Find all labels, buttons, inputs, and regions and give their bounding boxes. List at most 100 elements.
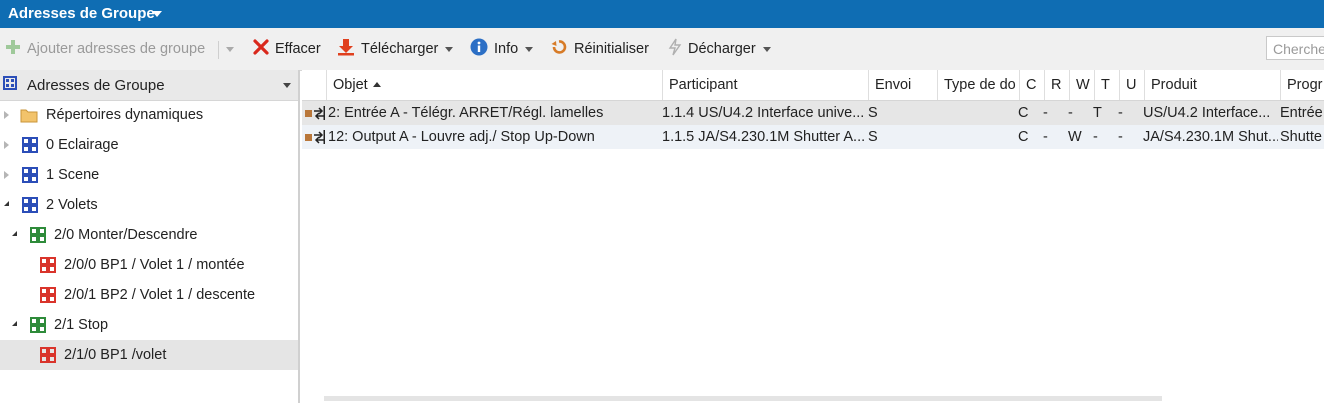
table-row[interactable]: 2: Entrée A - Télégr. ARRET/Régl. lamell… — [302, 101, 1324, 125]
toolbar: Ajouter adresses de groupe Effacer Téléc… — [0, 28, 1324, 71]
table-row[interactable]: 12: Output A - Louvre adj./ Stop Up-Down… — [302, 125, 1324, 149]
cell-objet: 2: Entrée A - Télégr. ARRET/Régl. lamell… — [328, 105, 604, 121]
tree-item-label: 1 Scene — [46, 167, 100, 183]
unload-button[interactable]: Décharger — [668, 38, 771, 59]
cell-envoi: S — [868, 129, 878, 145]
collapse-toggle-icon[interactable] — [12, 321, 17, 326]
sort-ascending-icon — [372, 82, 381, 87]
column-header-t[interactable]: T — [1094, 70, 1119, 100]
column-label: Objet — [333, 77, 368, 93]
tree-item-main-group[interactable]: 1 Scene — [0, 160, 298, 190]
column-header-programme[interactable]: Progr — [1280, 70, 1324, 100]
column-header-u[interactable]: U — [1119, 70, 1144, 100]
cell-w: W — [1068, 129, 1082, 145]
expand-toggle-icon[interactable] — [4, 111, 9, 119]
cell-envoi: S — [868, 105, 878, 121]
info-label: Info — [494, 41, 519, 57]
group-address-icon — [40, 347, 56, 363]
chevron-down-icon[interactable] — [283, 83, 291, 88]
cell-produit: US/U4.2 Interface... — [1143, 105, 1271, 121]
main-group-icon — [22, 137, 38, 153]
cell-r: - — [1043, 129, 1048, 145]
cell-produit: JA/S4.230.1M Shut... — [1143, 129, 1278, 145]
chevron-down-icon[interactable] — [445, 46, 454, 52]
tree-item-group-address-selected[interactable]: 2/1/0 BP1 /volet — [0, 340, 298, 370]
folder-icon — [20, 107, 38, 123]
column-label: U — [1126, 77, 1137, 93]
download-button[interactable]: Télécharger — [337, 38, 454, 60]
tree-item-main-group[interactable]: 0 Eclairage — [0, 130, 298, 160]
tree-header-label: Adresses de Groupe — [27, 77, 165, 94]
cell-programme: Shutte — [1280, 129, 1322, 145]
group-addresses-icon — [3, 76, 17, 90]
info-button[interactable]: Info — [470, 38, 534, 60]
cell-programme: Entrée — [1280, 105, 1323, 121]
reset-icon — [550, 38, 568, 60]
collapse-toggle-icon[interactable] — [12, 231, 17, 236]
tree-item-label: Répertoires dynamiques — [46, 107, 204, 123]
delete-button[interactable]: Effacer — [253, 39, 321, 59]
download-arrow-icon — [337, 38, 355, 60]
column-header-c[interactable]: C — [1019, 70, 1044, 100]
tree-item-label: 2/0/1 BP2 / Volet 1 / descente — [64, 287, 256, 303]
expand-toggle-icon[interactable] — [4, 141, 9, 149]
column-label: R — [1051, 77, 1062, 93]
column-header-participant[interactable]: Participant — [662, 70, 868, 100]
column-header-w[interactable]: W — [1069, 70, 1094, 100]
cell-r: - — [1043, 105, 1048, 121]
column-label: Type de do — [944, 77, 1016, 93]
cell-participant: 1.1.5 JA/S4.230.1M Shutter A... — [662, 129, 866, 145]
title-bar[interactable]: Adresses de Groupe — [0, 0, 1324, 28]
reset-button[interactable]: Réinitialiser — [550, 39, 649, 59]
plus-icon — [5, 39, 21, 59]
info-icon — [470, 38, 488, 60]
panel-title: Adresses de Groupe — [8, 5, 155, 22]
cell-c: C — [1018, 129, 1029, 145]
cell-type — [937, 101, 1017, 125]
group-address-icon — [40, 257, 56, 273]
tree-item-middle-group[interactable]: 2/0 Monter/Descendre — [0, 220, 298, 250]
chevron-down-icon[interactable] — [762, 46, 771, 52]
tree-item-group-address[interactable]: 2/0/0 BP1 / Volet 1 / montée — [0, 250, 298, 280]
middle-group-icon — [30, 227, 46, 243]
column-label: Produit — [1151, 77, 1197, 93]
expand-toggle-icon[interactable] — [4, 171, 9, 179]
tree-item-group-address[interactable]: 2/0/1 BP2 / Volet 1 / descente — [0, 280, 298, 310]
column-header-r[interactable]: R — [1044, 70, 1069, 100]
chevron-down-icon[interactable] — [152, 11, 162, 17]
cell-u: - — [1118, 129, 1123, 145]
add-group-addresses-button[interactable]: Ajouter adresses de groupe — [5, 39, 205, 59]
tree-header[interactable]: Adresses de Groupe — [0, 70, 298, 101]
column-label: W — [1076, 77, 1090, 93]
cell-type — [937, 125, 1017, 149]
cell-t: T — [1093, 105, 1102, 121]
add-dropdown-button[interactable] — [226, 39, 234, 59]
column-label: C — [1026, 77, 1037, 93]
column-label: Progr — [1287, 77, 1323, 93]
objects-grid: Objet Participant Envoi Type de do C R W… — [302, 70, 1324, 403]
column-label: Envoi — [875, 77, 912, 93]
search-input[interactable]: Cherche — [1266, 36, 1324, 60]
middle-group-icon — [30, 317, 46, 333]
column-header-type[interactable]: Type de do — [937, 70, 1019, 100]
tree-item-label: 2/1/0 BP1 /volet — [64, 347, 167, 363]
group-object-link-icon — [305, 130, 325, 144]
horizontal-scrollbar[interactable] — [324, 396, 1162, 401]
collapse-toggle-icon[interactable] — [4, 201, 9, 206]
chevron-down-icon[interactable] — [525, 46, 534, 52]
toolbar-separator — [218, 41, 219, 59]
column-label: T — [1101, 77, 1110, 93]
tree-item-middle-group[interactable]: 2/1 Stop — [0, 310, 298, 340]
main-group-icon — [22, 167, 38, 183]
cell-participant: 1.1.4 US/U4.2 Interface unive... — [662, 105, 865, 121]
tree-item-label: 2/0 Monter/Descendre — [54, 227, 198, 243]
column-header-objet[interactable]: Objet — [326, 70, 662, 100]
group-object-link-icon — [305, 106, 325, 120]
tree-item-main-group[interactable]: 2 Volets — [0, 190, 298, 220]
column-header-icon — [302, 70, 326, 100]
column-header-produit[interactable]: Produit — [1144, 70, 1280, 100]
column-header-envoi[interactable]: Envoi — [868, 70, 937, 100]
add-group-addresses-label: Ajouter adresses de groupe — [27, 41, 206, 57]
grid-header: Objet Participant Envoi Type de do C R W… — [302, 70, 1324, 101]
tree-item-dynamic-folders[interactable]: Répertoires dynamiques — [0, 100, 298, 130]
